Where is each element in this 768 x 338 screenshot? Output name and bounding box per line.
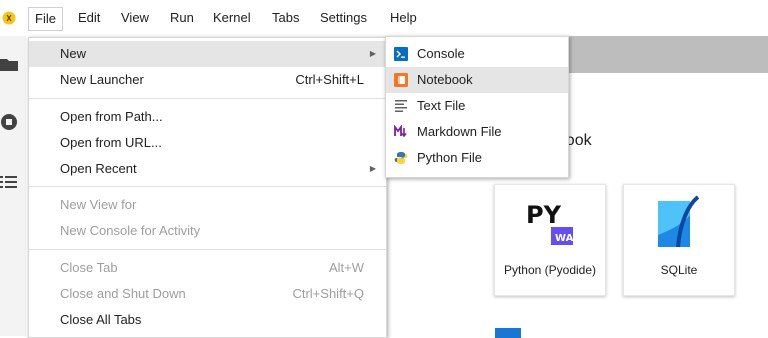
file-menu-close-tab[interactable]: Close Tab Alt+W	[29, 255, 386, 281]
launcher-card-icon-partial	[495, 328, 521, 338]
launcher-card-label: Python (Pyodide)	[503, 263, 597, 277]
menu-settings[interactable]: Settings	[320, 9, 367, 29]
shortcut-label: Ctrl+Shift+Q	[292, 286, 364, 301]
file-menu-new-launcher[interactable]: New Launcher Ctrl+Shift+L	[29, 67, 386, 93]
file-menu-open-from-url[interactable]: Open from URL...	[29, 130, 386, 156]
file-menu-close-all-tabs[interactable]: Close All Tabs	[29, 307, 386, 333]
submenu-item-label: Text File	[417, 98, 466, 113]
menu-run[interactable]: Run	[170, 9, 194, 29]
folder-icon[interactable]	[0, 56, 20, 72]
submenu-item-text-file[interactable]: Text File	[386, 93, 568, 119]
stop-circle-icon[interactable]	[0, 112, 20, 132]
markdown-icon	[394, 125, 407, 138]
file-menu-new-view-for[interactable]: New View for	[29, 192, 386, 218]
submenu-item-label: Python File	[417, 150, 483, 165]
launcher-card-label: SQLite	[660, 263, 698, 277]
menu-separator	[29, 186, 386, 187]
launcher-card-sqlite[interactable]: SQLite	[623, 184, 735, 296]
submenu-item-label: Markdown File	[417, 124, 502, 139]
menu-kernel[interactable]: Kernel	[213, 9, 251, 29]
text-file-icon	[395, 100, 407, 112]
menu-tabs[interactable]: Tabs	[272, 9, 299, 29]
menu-edit[interactable]: Edit	[78, 9, 100, 29]
menu-help[interactable]: Help	[390, 9, 417, 29]
new-submenu: Console Notebook Text File Markdown File…	[385, 36, 569, 178]
pyodide-logo-text: PY	[526, 201, 562, 229]
file-menu: New ▶ New Launcher Ctrl+Shift+L Open fro…	[28, 37, 387, 338]
file-menu-open-recent[interactable]: Open Recent ▶	[29, 156, 386, 182]
shortcut-label: Alt+W	[328, 260, 364, 275]
file-menu-item-label: New Console for Activity	[60, 223, 201, 238]
file-menu-item-label: Close and Shut Down	[60, 286, 186, 301]
submenu-item-markdown-file[interactable]: Markdown File	[386, 119, 568, 145]
submenu-item-notebook[interactable]: Notebook	[386, 67, 568, 93]
file-menu-item-label: Open from URL...	[60, 135, 162, 150]
file-menu-new-console-for-activity[interactable]: New Console for Activity	[29, 218, 386, 244]
submenu-arrow-icon: ▶	[369, 164, 376, 173]
submenu-arrow-icon: ▶	[369, 49, 376, 58]
menu-file[interactable]: File	[29, 8, 62, 30]
pyodide-logo-icon: PY WA	[526, 201, 574, 245]
file-menu-item-label: Close All Tabs	[60, 312, 142, 327]
submenu-item-python-file[interactable]: Python File	[386, 145, 568, 171]
pyodide-logo-badge: WA	[555, 233, 574, 244]
submenu-item-label: Console	[417, 46, 465, 61]
menu-view[interactable]: View	[121, 9, 149, 29]
list-icon[interactable]	[0, 174, 20, 190]
left-activity-bar	[0, 36, 26, 336]
file-menu-new[interactable]: New ▶	[29, 41, 386, 67]
file-menu-item-label: New Launcher	[60, 72, 144, 87]
menu-separator	[29, 249, 386, 250]
launcher-card-pyodide[interactable]: PY WA Python (Pyodide)	[494, 184, 606, 296]
file-menu-item-label: Close Tab	[60, 260, 118, 275]
file-menu-close-and-shut-down[interactable]: Close and Shut Down Ctrl+Shift+Q	[29, 281, 386, 307]
jupyterlite-logo-icon[interactable]	[2, 10, 16, 26]
shortcut-label: Ctrl+Shift+L	[295, 72, 364, 87]
python-icon	[394, 152, 408, 164]
file-menu-open-from-path[interactable]: Open from Path...	[29, 104, 386, 130]
submenu-item-console[interactable]: Console	[386, 41, 568, 67]
console-icon	[394, 47, 408, 61]
submenu-item-label: Notebook	[417, 72, 473, 87]
sqlite-logo-icon	[658, 195, 700, 248]
menu-bar: File Edit View Run Kernel Tabs Settings …	[0, 0, 768, 36]
menu-separator	[29, 98, 386, 99]
file-menu-item-label: New View for	[60, 197, 137, 212]
notebook-icon	[394, 73, 408, 87]
file-menu-item-label: Open from Path...	[60, 109, 163, 124]
file-menu-item-label: Open Recent	[60, 161, 137, 176]
file-menu-item-label: New	[60, 46, 87, 61]
